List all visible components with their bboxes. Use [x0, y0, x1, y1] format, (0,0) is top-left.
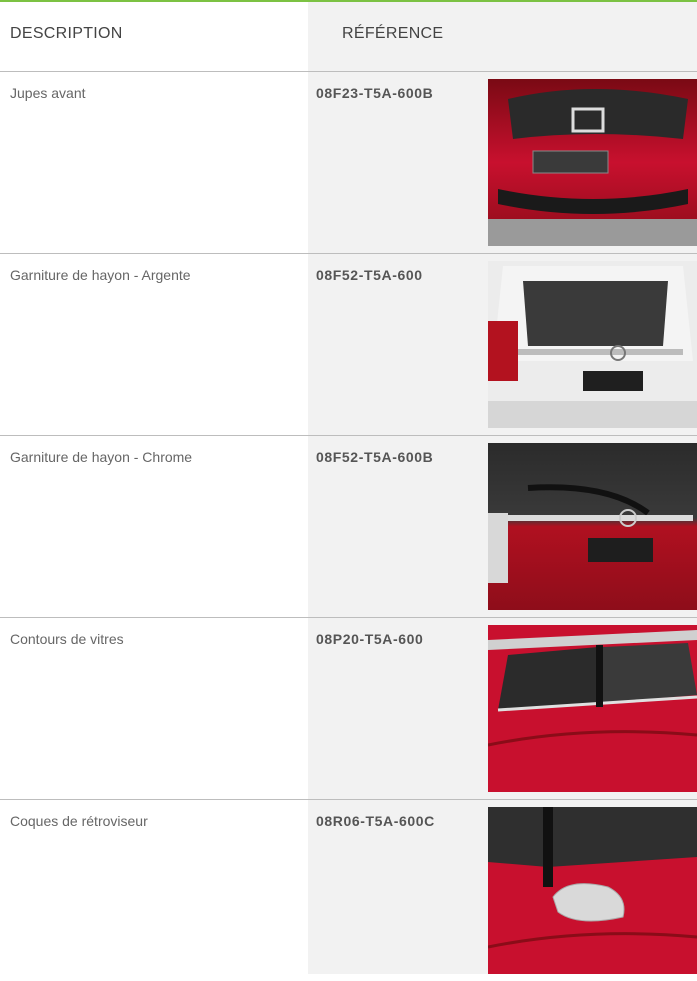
- accessory-photo-mirror-cover: [488, 807, 697, 974]
- accessory-row: Contours de vitres 08P20-T5A-600: [0, 617, 697, 799]
- accessory-description: Garniture de hayon - Chrome: [10, 449, 193, 465]
- accessory-description: Jupes avant: [10, 85, 86, 101]
- accessory-reference: 08F23-T5A-600B: [316, 85, 434, 101]
- row-divider: [0, 617, 697, 618]
- accessory-description: Garniture de hayon - Argente: [10, 267, 191, 283]
- row-divider: [0, 799, 697, 800]
- reference-column-header: RÉFÉRENCE: [342, 25, 444, 42]
- accessory-photo-front-skirt: [488, 79, 697, 246]
- accessory-photo-window-trims: [488, 625, 697, 792]
- accessory-row: Garniture de hayon - Argente 08F52-T5A-6…: [0, 253, 697, 435]
- accessory-photo-tailgate-silver: [488, 261, 697, 428]
- accessory-photo-tailgate-chrome: [488, 443, 697, 610]
- accessory-row: Coques de rétroviseur 08R06-T5A-600C: [0, 799, 697, 981]
- accessory-row: Garniture de hayon - Chrome 08F52-T5A-60…: [0, 435, 697, 617]
- row-divider: [0, 253, 697, 254]
- row-divider: [0, 71, 697, 72]
- row-divider: [0, 435, 697, 436]
- accessory-row: Jupes avant 08F23-T5A-600B: [0, 71, 697, 253]
- accessory-reference: 08F52-T5A-600: [316, 267, 423, 283]
- accessory-description: Coques de rétroviseur: [10, 813, 148, 829]
- accessory-reference: 08F52-T5A-600B: [316, 449, 434, 465]
- accessory-description: Contours de vitres: [10, 631, 124, 647]
- accessory-reference: 08R06-T5A-600C: [316, 813, 435, 829]
- accessory-reference: 08P20-T5A-600: [316, 631, 424, 647]
- description-column-header: DESCRIPTION: [10, 25, 123, 42]
